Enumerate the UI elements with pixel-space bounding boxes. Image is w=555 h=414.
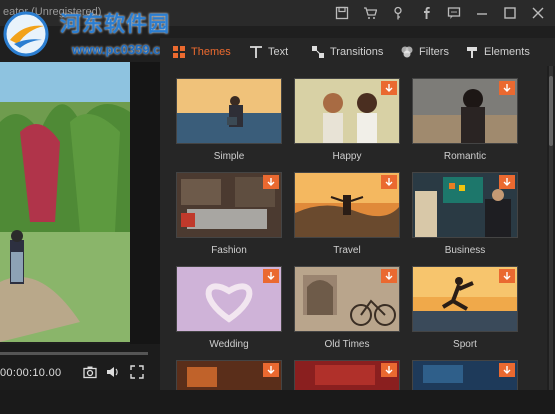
feedback-icon[interactable] [445,4,463,22]
key-icon[interactable] [389,4,407,22]
themes-icon [173,46,185,58]
theme-label: Old Times [324,339,370,350]
preview-divider [130,62,160,344]
theme-thumbnail [294,78,400,144]
download-icon[interactable] [381,363,397,377]
playback-controls: 00:00:10.00 [0,344,160,390]
download-icon[interactable] [381,269,397,283]
theme-label: Simple [213,151,245,162]
themes-panel: Simple Happy Romantic Fashion Travel Bus… [160,66,547,390]
tab-themes-label: Themes [191,46,231,58]
window-title: eator (Unregistered) [3,6,102,18]
close-icon[interactable] [529,4,547,22]
tool-tabs: Themes Text Transitions Filters Elements [160,38,555,66]
time-display: 00:00:10.00 [0,367,62,379]
video-preview[interactable] [0,62,130,342]
tab-themes[interactable]: Themes [172,43,231,61]
download-icon[interactable] [381,175,397,189]
theme-thumbnail [294,266,400,332]
watermark-url: www.pc0359.cn [72,42,169,57]
tab-text[interactable]: Text [249,43,288,61]
tab-elements-label: Elements [484,46,530,58]
cart-icon[interactable] [361,4,379,22]
theme-card-travel[interactable]: Travel [294,172,400,256]
theme-card-wedding[interactable]: Wedding [176,266,282,350]
theme-label: Romantic [443,151,487,162]
theme-thumbnail [176,266,282,332]
theme-thumbnail [412,266,518,332]
fullscreen-icon[interactable] [129,364,145,380]
theme-label: Fashion [211,245,247,256]
theme-card-sport[interactable]: Sport [412,266,518,350]
bottom-bar [0,390,555,414]
theme-card-fashion[interactable]: Fashion [176,172,282,256]
theme-card-happy[interactable]: Happy [294,78,400,162]
facebook-icon[interactable] [417,4,435,22]
theme-thumbnail [176,172,282,238]
theme-label: Travel [333,245,361,256]
theme-thumbnail [412,78,518,144]
theme-thumbnail [412,172,518,238]
maximize-icon[interactable] [501,4,519,22]
theme-card-business[interactable]: Business [412,172,518,256]
tab-filters[interactable]: Filters [400,43,449,61]
theme-card-partial[interactable] [176,360,282,390]
tab-text-label: Text [268,46,289,58]
theme-card-romantic[interactable]: Romantic [412,78,518,162]
preview-frame [0,62,130,342]
theme-label: Business [444,245,486,256]
timeline-slider[interactable] [0,352,148,355]
volume-icon[interactable] [105,364,121,380]
theme-label: Wedding [209,339,249,350]
theme-card-simple[interactable]: Simple [176,78,282,162]
minimize-icon[interactable] [473,4,491,22]
transitions-icon [312,46,324,58]
tab-elements[interactable]: Elements [465,43,530,61]
download-icon[interactable] [381,81,397,95]
snapshot-icon[interactable] [82,364,98,380]
themes-scrollbar[interactable] [549,66,553,390]
theme-thumbnail [294,360,400,390]
download-icon[interactable] [499,175,515,189]
filters-icon [401,46,413,58]
download-icon[interactable] [499,363,515,377]
text-icon [250,46,262,58]
theme-card-partial[interactable] [294,360,400,390]
download-icon[interactable] [263,175,279,189]
scrollbar-thumb[interactable] [549,76,553,146]
theme-label: Happy [332,151,362,162]
save-icon[interactable] [333,4,351,22]
tab-transitions-label: Transitions [330,46,384,58]
theme-thumbnail [412,360,518,390]
download-icon[interactable] [499,269,515,283]
theme-card-partial[interactable] [412,360,518,390]
title-bar: eator (Unregistered) [0,0,555,26]
download-icon[interactable] [263,269,279,283]
elements-icon [467,47,477,58]
theme-card-old-times[interactable]: Old Times [294,266,400,350]
tab-filters-label: Filters [419,46,449,58]
theme-thumbnail [294,172,400,238]
download-icon[interactable] [263,363,279,377]
theme-label: Sport [453,339,477,350]
tab-transitions[interactable]: Transitions [311,43,383,61]
download-icon[interactable] [499,81,515,95]
theme-thumbnail [176,78,282,144]
theme-thumbnail [176,360,282,390]
